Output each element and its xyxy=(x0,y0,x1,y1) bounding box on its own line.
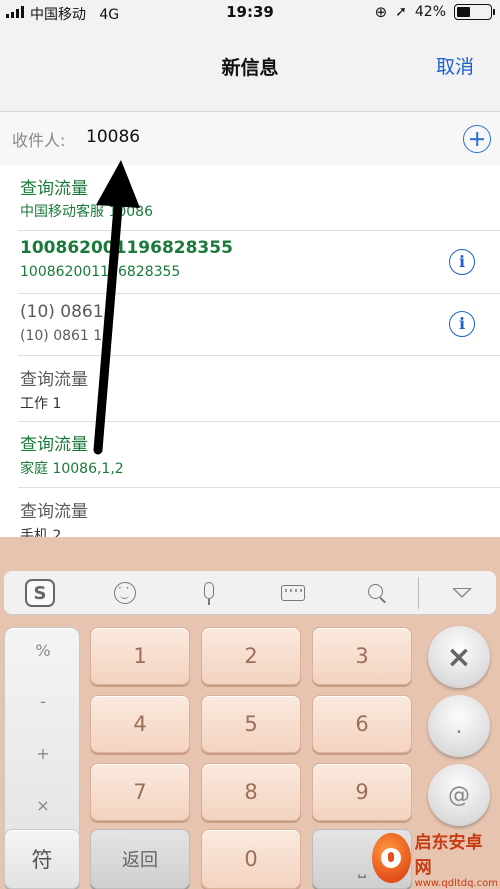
key-4[interactable]: 4 xyxy=(90,695,190,753)
symbol-key-plus[interactable]: + xyxy=(5,744,81,763)
key-1[interactable]: 1 xyxy=(90,627,190,685)
list-item-subtitle: 100862001196828355 xyxy=(20,264,181,280)
key-3[interactable]: 3 xyxy=(312,627,412,685)
list-item-title: 100862001196828355 xyxy=(20,238,233,258)
watermark-url: www.qdltdq.com xyxy=(414,877,498,889)
list-item[interactable]: 查询流量 工作 1 xyxy=(0,356,500,422)
rotation-lock-icon: ⊕ xyxy=(374,3,388,21)
microphone-icon[interactable] xyxy=(184,571,234,615)
key-2[interactable]: 2 xyxy=(201,627,301,685)
search-icon[interactable] xyxy=(352,571,402,615)
keyboard-toolbar: S xyxy=(4,571,496,615)
list-item-title: 查询流量 xyxy=(20,370,88,390)
emoji-icon[interactable] xyxy=(100,571,150,615)
symbol-key-minus[interactable]: - xyxy=(5,692,81,711)
collapse-keyboard-icon[interactable] xyxy=(434,571,490,615)
symbol-column[interactable]: % - + × xyxy=(4,627,80,853)
recipient-input[interactable]: 10086 xyxy=(86,127,140,147)
keyboard-icon[interactable] xyxy=(268,571,318,615)
list-item-title: 查询流量 xyxy=(20,502,88,522)
suggestion-list: 查询流量 中国移动客服 10086 100862001196828355 100… xyxy=(0,165,500,537)
battery-icon xyxy=(454,4,495,20)
cancel-button[interactable]: 取消 xyxy=(436,52,474,79)
list-item-title: (10) 08611 xyxy=(20,302,115,322)
nav-bar: 新信息 取消 xyxy=(0,28,500,112)
key-6[interactable]: 6 xyxy=(312,695,412,753)
key-0[interactable]: 0 xyxy=(201,829,301,889)
watermark-logo-icon xyxy=(372,833,411,883)
page-title: 新信息 xyxy=(221,57,279,79)
at-key[interactable]: @ xyxy=(428,764,490,826)
list-item[interactable]: 查询流量 中国移动客服 10086 xyxy=(0,165,500,231)
symbol-key-times[interactable]: × xyxy=(5,796,81,815)
delete-key[interactable]: × xyxy=(428,626,490,688)
list-item-subtitle: 手机 2 xyxy=(20,528,62,537)
key-8[interactable]: 8 xyxy=(201,763,301,821)
back-key[interactable]: 返回 xyxy=(90,829,190,889)
list-item-subtitle: 中国移动客服 10086 xyxy=(20,204,153,220)
list-item[interactable]: 100862001196828355 100862001196828355 i xyxy=(0,231,500,294)
symbols-key[interactable]: 符 xyxy=(4,829,80,889)
battery-percent: 42% xyxy=(414,4,446,20)
add-contact-icon[interactable] xyxy=(463,125,491,153)
info-icon[interactable]: i xyxy=(449,249,475,275)
list-item[interactable]: 查询流量 家庭 10086,1,2 xyxy=(0,422,500,488)
watermark: 启东安卓网 www.qdltdq.com xyxy=(372,829,498,889)
location-icon: ➚ xyxy=(395,4,407,20)
sogou-logo-icon[interactable]: S xyxy=(10,571,70,615)
dot-key[interactable]: . xyxy=(428,695,490,757)
recipient-field[interactable]: 收件人: 10086 xyxy=(0,113,500,165)
key-5[interactable]: 5 xyxy=(201,695,301,753)
key-9[interactable]: 9 xyxy=(312,763,412,821)
status-bar: 中国移动 4G 19:39 ⊕ ➚ 42% xyxy=(0,0,500,28)
list-item[interactable]: (10) 08611 (10) 0861 1 i xyxy=(0,294,500,356)
recipient-label: 收件人: xyxy=(12,131,66,150)
list-item[interactable]: 查询流量 手机 2 xyxy=(0,488,500,537)
list-item-title: 查询流量 xyxy=(20,435,88,455)
info-icon[interactable]: i xyxy=(449,311,475,337)
list-item-subtitle: 家庭 10086,1,2 xyxy=(20,461,124,477)
list-item-title: 查询流量 xyxy=(20,179,88,199)
symbol-key-percent[interactable]: % xyxy=(5,641,81,660)
list-item-subtitle: 工作 1 xyxy=(20,396,62,412)
key-7[interactable]: 7 xyxy=(90,763,190,821)
list-item-subtitle: (10) 0861 1 xyxy=(20,328,103,344)
watermark-name: 启东安卓网 xyxy=(414,832,483,878)
